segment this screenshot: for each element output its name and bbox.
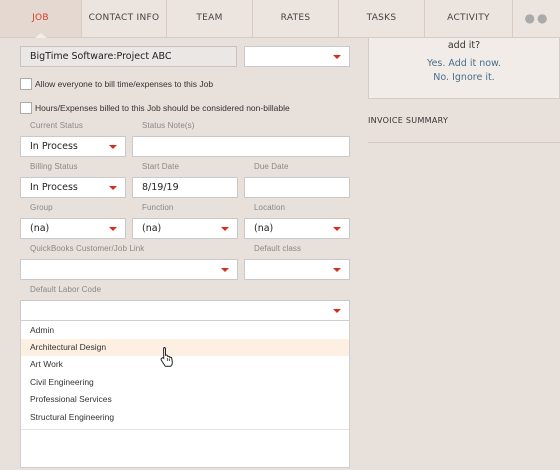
group-value: (na) [30, 223, 50, 234]
chevron-down-icon [333, 227, 341, 231]
tab-rates[interactable]: RATES [253, 0, 339, 37]
dropdown-option-architectural-design[interactable]: Architectural Design [21, 339, 349, 356]
invoice-summary-title: INVOICE SUMMARY [368, 116, 449, 125]
current-status-label: Current Status [30, 121, 83, 130]
current-status-value: In Process [30, 141, 78, 152]
chevron-down-icon [221, 227, 229, 231]
due-date-label: Due Date [254, 162, 289, 171]
group-select[interactable]: (na) [20, 218, 126, 239]
project-select[interactable] [244, 46, 350, 67]
current-status-select[interactable]: In Process [20, 136, 126, 157]
allow-bill-label: Allow everyone to bill time/expenses to … [35, 79, 214, 89]
tab-activity[interactable]: ACTIVITY [425, 0, 513, 37]
non-billable-checkbox[interactable] [20, 102, 32, 114]
add-question-text: add it? [447, 40, 481, 51]
default-class-select[interactable] [244, 259, 350, 280]
group-label: Group [30, 203, 53, 212]
hand-cursor-icon [160, 346, 173, 367]
tab-contact-info[interactable]: CONTACT INFO [82, 0, 167, 37]
add-suggestion-box: add it? Yes. Add it now. No. Ignore it. [368, 38, 560, 99]
default-class-label: Default class [254, 244, 302, 253]
dropdown-option-structural-engineering[interactable]: Structural Engineering [21, 409, 349, 426]
tab-team[interactable]: TEAM [167, 0, 253, 37]
non-billable-label: Hours/Expenses billed to this Job should… [35, 103, 290, 113]
tab-bar: JOB CONTACT INFO TEAM RATES TASKS ACTIVI… [0, 0, 560, 38]
ignore-it-link[interactable]: No. Ignore it. [369, 72, 559, 83]
qb-link-label: QuickBooks Customer/Job Link [30, 244, 145, 253]
add-it-now-link[interactable]: Yes. Add it now. [369, 58, 559, 69]
labor-code-label: Default Labor Code [30, 285, 102, 294]
project-field: BigTime Software:Project ABC [20, 46, 237, 67]
qb-link-select[interactable] [20, 259, 238, 280]
location-select[interactable]: (na) [244, 218, 350, 239]
status-notes-input[interactable] [132, 136, 350, 157]
more-dots-icon[interactable]: ●● [514, 0, 560, 37]
billing-status-select[interactable]: In Process [20, 177, 126, 198]
labor-code-dropdown: Admin Architectural Design Art Work Civi… [20, 320, 350, 468]
location-value: (na) [254, 223, 274, 234]
chevron-down-icon [109, 186, 117, 190]
tab-tasks[interactable]: TASKS [339, 0, 425, 37]
function-value: (na) [142, 223, 162, 234]
invoice-summary-divider [368, 142, 560, 143]
chevron-down-icon [109, 227, 117, 231]
start-date-input[interactable]: 8/19/19 [132, 177, 238, 198]
allow-bill-checkbox[interactable] [20, 78, 32, 90]
chevron-down-icon [333, 309, 341, 313]
function-label: Function [142, 203, 174, 212]
chevron-down-icon [333, 55, 341, 59]
billing-status-label: Billing Status [30, 162, 78, 171]
due-date-input[interactable] [244, 177, 350, 198]
start-date-label: Start Date [142, 162, 180, 171]
status-notes-label: Status Note(s) [142, 121, 195, 130]
billing-status-value: In Process [30, 182, 78, 193]
dropdown-option-professional-services[interactable]: Professional Services [21, 391, 349, 408]
chevron-down-icon [109, 145, 117, 149]
chevron-down-icon [333, 268, 341, 272]
chevron-down-icon [221, 268, 229, 272]
dropdown-divider [21, 429, 349, 430]
tab-job[interactable]: JOB [0, 0, 82, 38]
dropdown-option-art-work[interactable]: Art Work [21, 356, 349, 373]
location-label: Location [254, 203, 286, 212]
dropdown-option-civil-engineering[interactable]: Civil Engineering [21, 374, 349, 391]
function-select[interactable]: (na) [132, 218, 238, 239]
dropdown-option-admin[interactable]: Admin [21, 322, 349, 339]
labor-code-select[interactable] [20, 300, 350, 321]
